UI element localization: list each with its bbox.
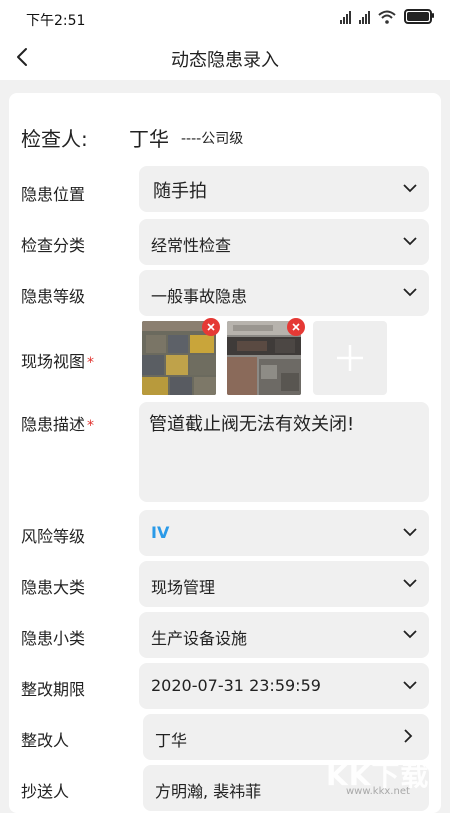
minor-type-select[interactable]: 生产设备设施: [139, 612, 429, 658]
major-type-value: 现场管理: [151, 578, 216, 597]
status-bar: 下午2:51: [0, 0, 450, 36]
description-label: 隐患描述 *: [21, 411, 94, 435]
chevron-down-icon: [403, 237, 417, 246]
rectifier-label: 整改人: [21, 731, 70, 750]
signal-icon: [340, 10, 351, 24]
wifi-icon: [378, 10, 396, 24]
form-card: 检查人: 丁华 ----公司级 隐患位置 随手拍 检查分类 经常性检查 隐患等级…: [9, 93, 441, 813]
close-icon: [292, 323, 300, 331]
required-mark: *: [87, 418, 95, 434]
add-photo-button[interactable]: [313, 321, 387, 395]
delete-photo-1-button[interactable]: [202, 318, 220, 336]
chevron-down-icon: [403, 630, 417, 639]
minor-type-value: 生产设备设施: [151, 629, 248, 648]
cc-value: 方明瀚, 裴祎菲: [155, 782, 262, 801]
location-select[interactable]: 随手拍: [139, 166, 429, 212]
category-label: 检查分类: [21, 236, 86, 255]
plus-icon: [337, 345, 363, 371]
risk-value: IV: [151, 523, 170, 542]
location-label: 隐患位置: [21, 185, 86, 204]
photos-label-text: 现场视图: [21, 352, 86, 371]
description-textarea[interactable]: 管道截止阀无法有效关闭!: [139, 402, 429, 502]
deadline-value: 2020-07-31 23:59:59: [151, 676, 321, 695]
grade-select[interactable]: 一般事故隐患: [139, 270, 429, 316]
category-value: 经常性检查: [151, 236, 232, 255]
inspector-level: ----公司级: [181, 131, 244, 147]
chevron-down-icon: [403, 681, 417, 690]
chevron-down-icon: [403, 528, 417, 537]
cc-label: 抄送人: [21, 782, 70, 801]
grade-label: 隐患等级: [21, 287, 86, 306]
location-value: 随手拍: [153, 181, 207, 202]
risk-select[interactable]: IV: [139, 510, 429, 556]
description-value: 管道截止阀无法有效关闭!: [149, 414, 355, 435]
category-select[interactable]: 经常性检查: [139, 219, 429, 265]
page-title: 动态隐患录入: [171, 50, 279, 71]
chevron-down-icon: [403, 184, 417, 193]
close-icon: [207, 323, 215, 331]
signal-icon-2: [359, 10, 370, 24]
nav-bar: 动态隐患录入: [0, 36, 450, 80]
major-type-select[interactable]: 现场管理: [139, 561, 429, 607]
battery-icon: [404, 9, 434, 24]
inspector-name: 丁华: [129, 127, 169, 151]
chevron-down-icon: [403, 288, 417, 297]
status-time: 下午2:51: [26, 13, 86, 29]
watermark-url: www.kkx.net: [346, 786, 410, 797]
description-label-text: 隐患描述: [21, 415, 86, 434]
delete-photo-2-button[interactable]: [287, 318, 305, 336]
grade-value: 一般事故隐患: [151, 287, 248, 306]
chevron-down-icon: [403, 579, 417, 588]
photos-label: 现场视图 *: [21, 348, 94, 372]
status-icons: [340, 9, 434, 24]
deadline-label: 整改期限: [21, 680, 86, 699]
major-type-label: 隐患大类: [21, 578, 86, 597]
watermark-logo: KK下载 www.kkx.net: [324, 752, 450, 800]
risk-label: 风险等级: [21, 527, 86, 546]
deadline-select[interactable]: 2020-07-31 23:59:59: [139, 663, 429, 709]
rectifier-value: 丁华: [155, 731, 188, 750]
required-mark: *: [87, 355, 95, 371]
chevron-right-icon: [404, 729, 413, 743]
minor-type-label: 隐患小类: [21, 629, 86, 648]
inspector-label: 检查人:: [21, 127, 88, 151]
